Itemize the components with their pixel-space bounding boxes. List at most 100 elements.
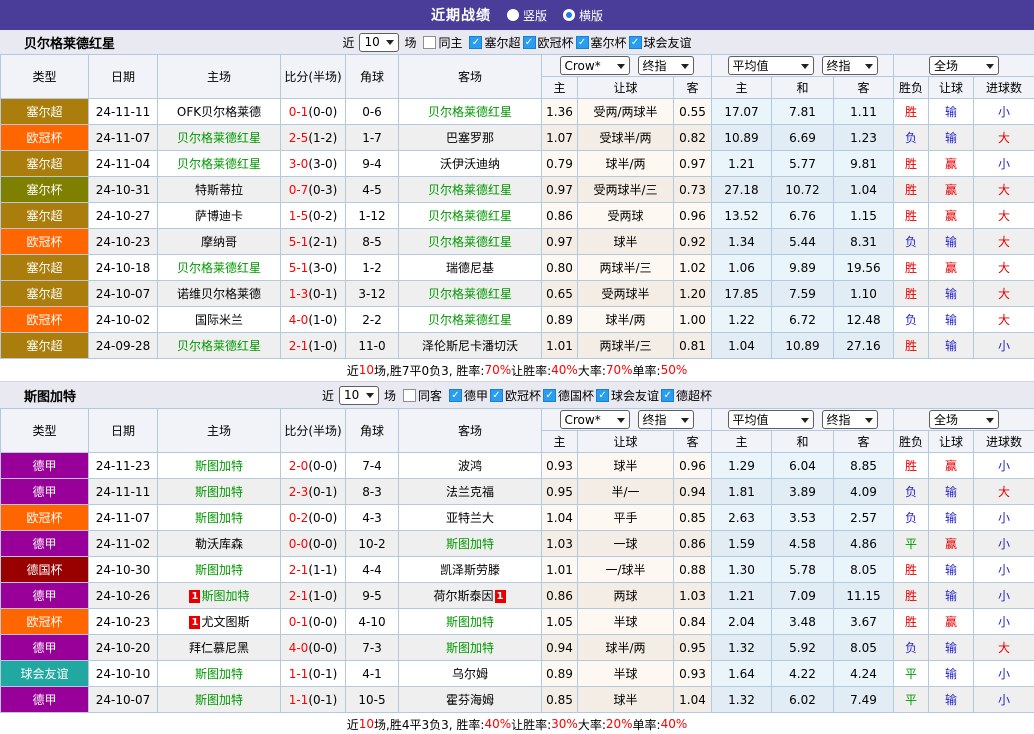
horizontal-layout-radio[interactable]: 横版 bbox=[563, 7, 603, 24]
radio-icon[interactable] bbox=[506, 9, 519, 21]
away-team-name: 斯图加特 bbox=[445, 615, 494, 629]
checkbox-checked-icon[interactable]: ✓ bbox=[543, 388, 557, 402]
sub-header-crow-home: 主 bbox=[541, 76, 578, 99]
chevron-down-icon bbox=[864, 63, 873, 73]
league-badge: 球会友谊 bbox=[0, 660, 89, 687]
chevron-down-icon bbox=[680, 417, 689, 427]
result-handicap: 赢 bbox=[928, 202, 975, 229]
league-badge: 塞尔超 bbox=[0, 150, 89, 177]
col-header-away: 客场 bbox=[398, 408, 542, 453]
sub-header-handicap: 让球 bbox=[577, 430, 674, 453]
away-team-name: 泽伦斯尼卡潘切沃 bbox=[421, 339, 518, 353]
avg-away: 7.49 bbox=[832, 686, 895, 713]
chevron-down-icon bbox=[365, 393, 374, 402]
avg-index-select[interactable]: 终指 bbox=[821, 410, 878, 429]
avg-draw: 10.89 bbox=[771, 332, 834, 359]
checkbox-unchecked-icon[interactable] bbox=[402, 388, 416, 402]
league-filter-2[interactable]: ✓ 德国杯 bbox=[543, 387, 594, 404]
match-row: 塞尔杯 24-10-31 特斯蒂拉 0-7(0-3) 4-5 贝尔格莱德红星 0.97 受两球… bbox=[0, 176, 1034, 203]
league-filter-4[interactable]: ✓ 德超杯 bbox=[661, 387, 712, 404]
away-team-name: 乌尔姆 bbox=[451, 667, 488, 681]
match-score: 1-5(0-2) bbox=[280, 202, 346, 229]
checkbox-checked-icon[interactable]: ✓ bbox=[661, 388, 675, 402]
result-goals: 大 bbox=[973, 202, 1034, 229]
home-team: 摩纳哥 bbox=[157, 228, 281, 255]
league-filter-3[interactable]: ✓ 球会友谊 bbox=[628, 34, 692, 51]
vertical-layout-radio[interactable]: 竖版 bbox=[506, 7, 547, 24]
same-venue-filter[interactable]: 同客 bbox=[402, 387, 442, 404]
match-row: 德甲 24-10-07 斯图加特 1-1(0-1) 10-5 霍芬海姆 0.85 球半 1.04… bbox=[0, 686, 1034, 713]
match-date: 24-11-02 bbox=[88, 530, 158, 557]
halftime-score: (1-0) bbox=[308, 588, 338, 603]
crow-company-select[interactable]: Crow* bbox=[559, 56, 630, 75]
league-filter-3[interactable]: ✓ 球会友谊 bbox=[596, 387, 659, 404]
league-filter-2[interactable]: ✓ 塞尔杯 bbox=[575, 34, 627, 51]
avg-index-select[interactable]: 终指 bbox=[821, 56, 878, 75]
halftime-score: (3-0) bbox=[308, 156, 338, 171]
avg-draw: 6.72 bbox=[771, 306, 834, 333]
avg-select[interactable]: 平均值 bbox=[727, 410, 814, 429]
odds-home: 0.65 bbox=[541, 280, 578, 307]
result-outcome: 负 bbox=[893, 504, 930, 531]
avg-draw: 7.59 bbox=[771, 280, 834, 307]
checkbox-checked-icon[interactable]: ✓ bbox=[469, 35, 483, 49]
result-handicap: 输 bbox=[928, 332, 975, 359]
scope-select[interactable]: 全场 bbox=[929, 410, 1000, 429]
halftime-score: (0-3) bbox=[308, 182, 338, 197]
league-filter-1[interactable]: ✓ 欧冠杯 bbox=[522, 34, 574, 51]
summary-segment: 近 bbox=[346, 363, 359, 378]
summary-segment: 10 bbox=[358, 717, 375, 731]
away-team: 贝尔格莱德红星 bbox=[398, 202, 542, 229]
match-score: 1-1(0-1) bbox=[280, 660, 346, 687]
fulltime-score: 3-0 bbox=[288, 156, 309, 171]
col-header-home: 主场 bbox=[157, 54, 281, 99]
odds-handicap: 球半 bbox=[577, 686, 674, 713]
odds-away: 0.95 bbox=[673, 634, 712, 661]
checkbox-checked-icon[interactable]: ✓ bbox=[575, 35, 589, 49]
checkbox-checked-icon[interactable]: ✓ bbox=[448, 388, 462, 402]
odds-home: 0.93 bbox=[541, 452, 578, 479]
league-filter-0[interactable]: ✓ 塞尔超 bbox=[469, 34, 521, 51]
radio-selected-icon[interactable] bbox=[563, 9, 575, 21]
avg-select[interactable]: 平均值 bbox=[727, 56, 814, 75]
home-team-name: OFK贝尔格莱德 bbox=[176, 105, 262, 119]
games-label: 场 bbox=[404, 35, 417, 50]
result-goals: 小 bbox=[973, 582, 1034, 609]
home-team: 国际米兰 bbox=[157, 306, 281, 333]
away-team: 贝尔格莱德红星 bbox=[398, 228, 542, 255]
league-filter-1[interactable]: ✓ 欧冠杯 bbox=[490, 387, 541, 404]
crow-index-select[interactable]: 终指 bbox=[637, 410, 694, 429]
avg-draw: 3.53 bbox=[771, 504, 834, 531]
corner-score: 11-0 bbox=[345, 332, 399, 359]
league-filter-0[interactable]: ✓ 德甲 bbox=[448, 387, 488, 404]
corner-score: 1-7 bbox=[345, 124, 399, 151]
home-team: 1 尤文图斯 bbox=[157, 608, 281, 635]
result-handicap: 输 bbox=[928, 556, 975, 583]
same-venue-filter[interactable]: 同主 bbox=[423, 34, 462, 51]
odds-away: 0.85 bbox=[673, 504, 712, 531]
summary-segment: 场,胜7平0负3, 胜率: bbox=[374, 363, 485, 378]
odds-away: 0.82 bbox=[673, 124, 712, 151]
match-date: 24-11-11 bbox=[88, 478, 158, 505]
match-row: 塞尔超 24-10-27 萨博迪卡 1-5(0-2) 1-12 贝尔格莱德红星 0.86 受两… bbox=[0, 202, 1034, 229]
checkbox-checked-icon[interactable]: ✓ bbox=[490, 388, 503, 402]
scope-select[interactable]: 全场 bbox=[929, 56, 1000, 75]
home-team-name: 斯图加特 bbox=[194, 511, 243, 525]
summary-redstar: 近 10 场,胜7平0负3, 胜率: 70% 让胜率: 40% 大率: 70% 单率: 50… bbox=[0, 359, 1034, 382]
corner-score: 0-6 bbox=[345, 98, 399, 125]
league-badge: 欧冠杯 bbox=[0, 228, 89, 255]
result-goals: 大 bbox=[973, 254, 1034, 281]
red-card-icon: 1 bbox=[189, 590, 201, 603]
odds-handicap: 半/一 bbox=[577, 478, 674, 505]
checkbox-checked-icon[interactable]: ✓ bbox=[596, 388, 610, 402]
recent-count-select[interactable]: 10 bbox=[338, 385, 379, 405]
summary-segment: 20% bbox=[605, 717, 633, 731]
avg-draw: 3.89 bbox=[771, 478, 834, 505]
col-header-corner: 角球 bbox=[345, 54, 399, 99]
checkbox-checked-icon[interactable]: ✓ bbox=[522, 35, 536, 49]
checkbox-unchecked-icon[interactable] bbox=[423, 35, 437, 49]
crow-company-select[interactable]: Crow* bbox=[559, 410, 630, 429]
recent-count-select[interactable]: 10 bbox=[359, 32, 400, 52]
checkbox-checked-icon[interactable]: ✓ bbox=[628, 35, 642, 49]
crow-index-select[interactable]: 终指 bbox=[637, 56, 694, 75]
